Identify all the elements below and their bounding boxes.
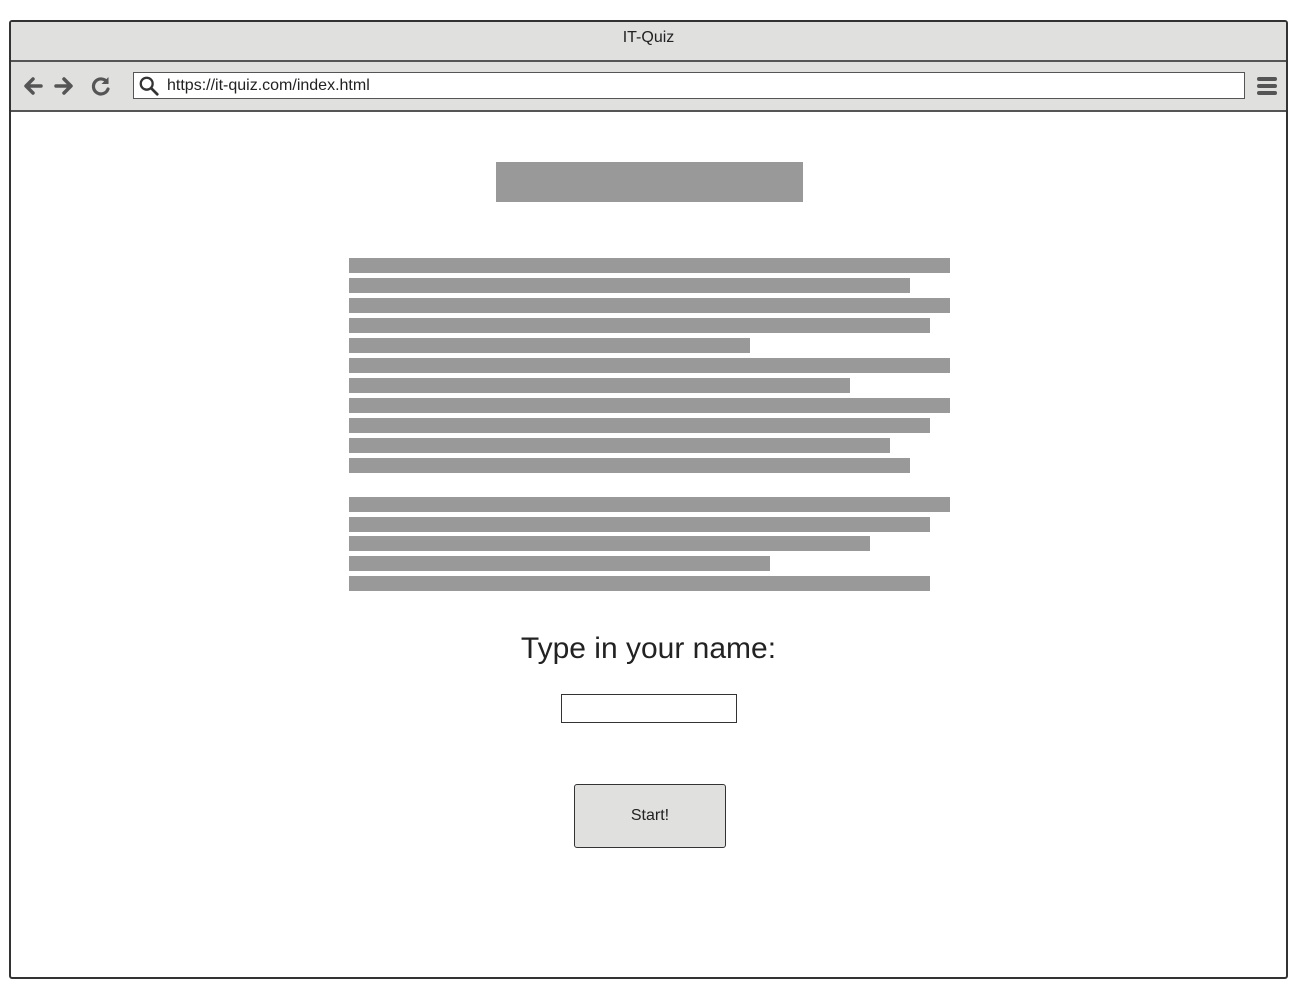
search-icon — [139, 76, 159, 96]
window-titlebar: IT-Quiz — [11, 22, 1286, 62]
text-line-placeholder — [349, 418, 930, 433]
url-text[interactable]: https://it-quiz.com/index.html — [167, 73, 370, 98]
browser-window: IT-Quiz https://it-quiz.com/index.html T… — [9, 20, 1288, 979]
text-line-placeholder — [349, 576, 930, 591]
text-line-placeholder — [349, 536, 870, 551]
browser-toolbar: https://it-quiz.com/index.html — [11, 62, 1286, 112]
name-input[interactable] — [561, 694, 737, 723]
arrow-left-icon[interactable] — [21, 74, 45, 98]
address-bar[interactable]: https://it-quiz.com/index.html — [133, 72, 1245, 99]
name-prompt: Type in your name: — [520, 632, 777, 665]
hamburger-menu-icon[interactable] — [1256, 75, 1278, 97]
text-line-placeholder — [349, 438, 890, 453]
text-line-placeholder — [349, 517, 930, 532]
window-title: IT-Quiz — [622, 29, 675, 46]
text-line-placeholder — [349, 358, 950, 373]
text-line-placeholder — [349, 318, 930, 333]
text-line-placeholder — [349, 298, 950, 313]
reload-icon[interactable] — [89, 74, 113, 98]
text-line-placeholder — [349, 556, 770, 571]
start-button[interactable]: Start! — [574, 784, 726, 848]
text-line-placeholder — [349, 258, 950, 273]
text-line-placeholder — [349, 497, 950, 512]
arrow-right-icon[interactable] — [52, 74, 76, 98]
page-content: Type in your name: Start! — [11, 112, 1286, 977]
heading-placeholder — [496, 162, 803, 202]
text-line-placeholder — [349, 398, 950, 413]
text-line-placeholder — [349, 278, 910, 293]
text-line-placeholder — [349, 458, 910, 473]
text-line-placeholder — [349, 338, 750, 353]
text-line-placeholder — [349, 378, 850, 393]
